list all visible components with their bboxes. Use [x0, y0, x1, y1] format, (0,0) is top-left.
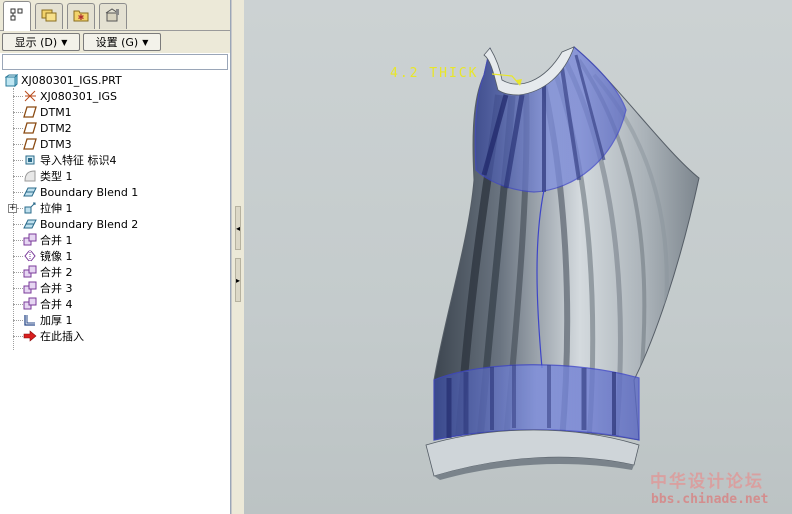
tree-item-merge-3[interactable]: 合并 3 [23, 280, 73, 296]
expand-toggle[interactable]: + [8, 204, 17, 213]
tree-item-label: 加厚 1 [40, 314, 73, 327]
boundary-blend-icon [23, 217, 37, 231]
collapse-left-handle[interactable]: ◂ [235, 206, 241, 250]
tree-item-merge-1[interactable]: 合并 1 [23, 232, 73, 248]
tree-item-dtm1[interactable]: DTM1 [23, 104, 72, 120]
tree-item-thicken-1[interactable]: 加厚 1 [23, 312, 73, 328]
tree-connector [13, 176, 23, 177]
tree-connector [13, 96, 23, 97]
tree-item-merge-2[interactable]: 合并 2 [23, 264, 73, 280]
settings-dropdown[interactable]: 设置 (G) ▼ [83, 33, 161, 51]
graphics-viewport[interactable]: 4.2 THICK [244, 0, 792, 514]
tree-connector [13, 288, 23, 289]
tree-item-label: 在此插入 [40, 330, 84, 343]
tree-connector [13, 112, 23, 113]
tree-item-label: 类型 1 [40, 170, 73, 183]
svg-text:✱: ✱ [78, 13, 85, 22]
coordinate-system-icon [23, 89, 37, 103]
tree-connector [13, 128, 23, 129]
tree-toolbar: 显示 (D) ▼ 设置 (G) ▼ [0, 31, 230, 53]
merge-icon [23, 265, 37, 279]
tree-connector [13, 240, 23, 241]
display-dropdown[interactable]: 显示 (D) ▼ [2, 33, 80, 51]
tree-item-insert-here[interactable]: 在此插入 [23, 328, 84, 344]
bottom-thickness-edge [425, 429, 640, 477]
tree-root-label: XJ080301_IGS.PRT [21, 73, 122, 87]
settings-dropdown-label: 设置 (G) [95, 36, 139, 49]
tree-item-dtm2[interactable]: DTM2 [23, 120, 72, 136]
tree-item-merge-4[interactable]: 合并 4 [23, 296, 73, 312]
tree-item-label: 拉伸 1 [40, 202, 73, 215]
tree-item-label: 合并 1 [40, 234, 73, 247]
tree-connector [13, 160, 23, 161]
merge-icon [23, 297, 37, 311]
tree-item-mirror-1[interactable]: 镜像 1 [23, 248, 73, 264]
merge-icon [23, 281, 37, 295]
tree-root-item[interactable]: XJ080301_IGS.PRT [4, 72, 122, 88]
tree-item-label: 导入特征 标识4 [40, 154, 117, 167]
watermark-site-name: 中华设计论坛 [650, 472, 764, 492]
type-feature-icon [23, 169, 37, 183]
tree-item-label: DTM3 [40, 137, 72, 151]
model-tree-panel: ✱ 显示 (D) ▼ 设置 (G) ▼ XJ080301_IGS.PRT XJ0… [0, 0, 231, 514]
tree-item-csys[interactable]: XJ080301_IGS [23, 88, 117, 104]
tree-item-import-feature[interactable]: 导入特征 标识4 [23, 152, 117, 168]
favorites-icon: ✱ [72, 7, 90, 26]
datum-plane-icon [23, 137, 37, 151]
import-feature-icon [23, 153, 37, 167]
tree-connector [13, 304, 23, 305]
insert-here-arrow-icon [23, 329, 37, 343]
panel-splitter[interactable]: ◂ ▸ [231, 0, 245, 514]
tree-item-boundary-blend-1[interactable]: Boundary Blend 1 [23, 184, 138, 200]
tree-item-label: DTM2 [40, 121, 72, 135]
tree-connector [13, 272, 23, 273]
thickness-annotation[interactable]: 4.2 THICK [390, 66, 478, 81]
tab-model-tree[interactable] [3, 1, 31, 31]
tree-item-dtm3[interactable]: DTM3 [23, 136, 72, 152]
part-icon [4, 73, 18, 87]
tree-item-label: XJ080301_IGS [40, 89, 118, 103]
merge-icon [23, 233, 37, 247]
tree-item-boundary-blend-2[interactable]: Boundary Blend 2 [23, 216, 138, 232]
tab-folder-browser[interactable] [35, 3, 63, 29]
tree-connector [13, 192, 23, 193]
chevron-down-icon: ▼ [142, 37, 149, 47]
thicken-icon [23, 313, 37, 327]
tree-item-label: 合并 4 [40, 298, 73, 311]
tree-item-label: 镜像 1 [40, 250, 73, 263]
tree-connector [13, 224, 23, 225]
tree-connector [13, 256, 23, 257]
tab-connections[interactable] [99, 3, 127, 29]
tree-item-label: 合并 2 [40, 266, 73, 279]
tree-filter-bar[interactable] [2, 54, 228, 70]
datum-plane-icon [23, 105, 37, 119]
chevron-left-icon: ◂ [236, 223, 241, 233]
expand-right-handle[interactable]: ▸ [235, 258, 241, 302]
connections-icon [104, 7, 122, 26]
boundary-blend-icon [23, 185, 37, 199]
tree-item-label: Boundary Blend 2 [40, 217, 139, 231]
tree-connector [13, 336, 23, 337]
model-view[interactable] [244, 0, 792, 514]
mirror-icon [23, 249, 37, 263]
tree-connector [13, 320, 23, 321]
watermark-url: bbs.chinade.net [651, 492, 769, 507]
tree-item-label: Boundary Blend 1 [40, 185, 139, 199]
tree-item-type-1[interactable]: 类型 1 [23, 168, 73, 184]
folder-browser-icon [40, 7, 58, 26]
tree-item-extrude-1[interactable]: 拉伸 1 [23, 200, 73, 216]
tab-favorites[interactable]: ✱ [67, 3, 95, 29]
tree-item-label: 合并 3 [40, 282, 73, 295]
chevron-right-icon: ▸ [236, 275, 241, 285]
tree-item-label: DTM1 [40, 105, 72, 119]
chevron-down-icon: ▼ [61, 37, 68, 47]
model-tree-icon [9, 7, 25, 26]
display-dropdown-label: 显示 (D) [14, 36, 58, 49]
datum-plane-icon [23, 121, 37, 135]
extrude-icon [23, 201, 37, 215]
tree-connector [13, 144, 23, 145]
panel-tab-bar: ✱ [0, 0, 230, 31]
